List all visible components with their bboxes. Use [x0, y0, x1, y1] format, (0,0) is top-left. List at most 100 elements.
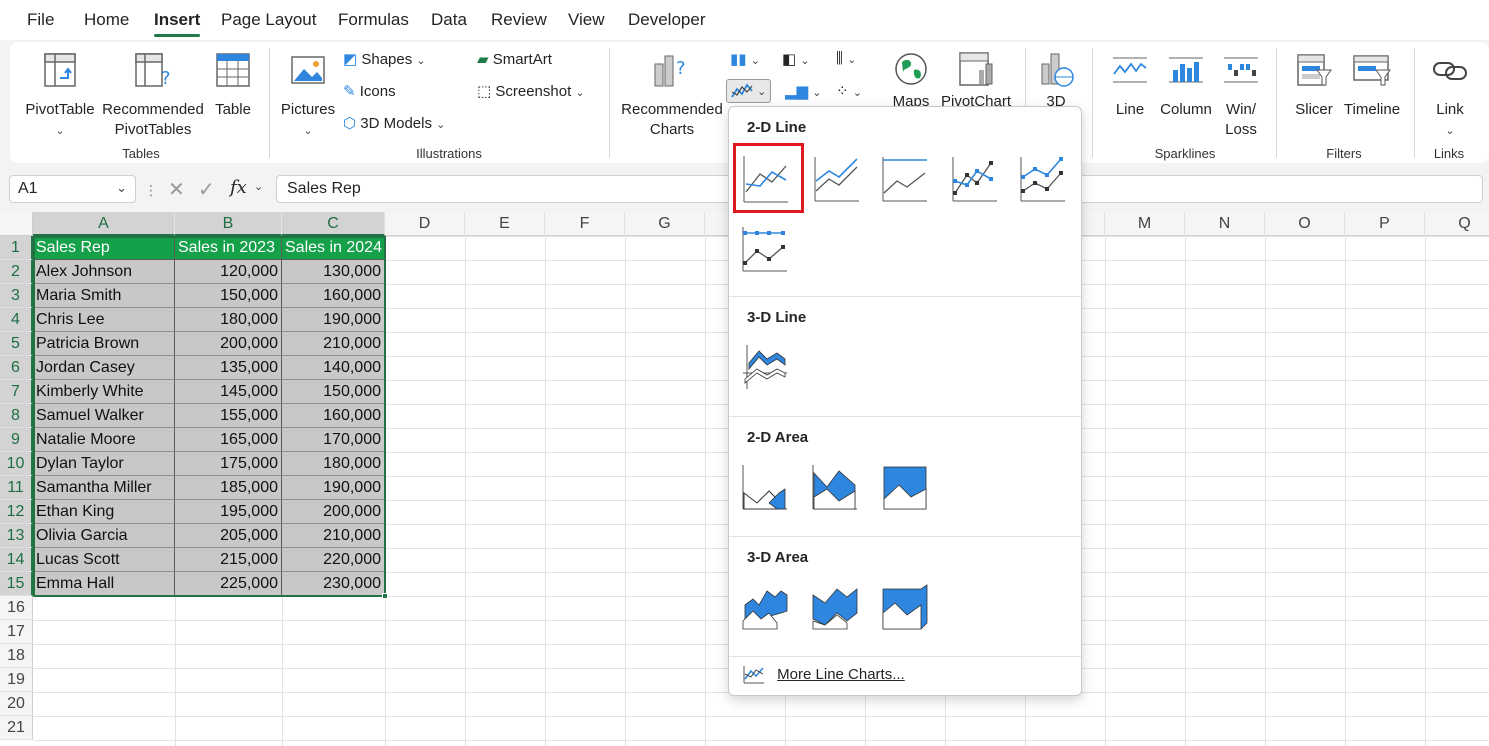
row-header[interactable]: 15	[0, 572, 33, 596]
table-button[interactable]: Table	[208, 52, 258, 120]
insert-function-icon[interactable]: fx	[230, 177, 247, 198]
column-header[interactable]: G	[625, 212, 705, 236]
tab-home[interactable]: Home	[84, 10, 129, 30]
pivottable-button[interactable]: PivotTable ⌄	[24, 52, 96, 141]
sparkline-line-button[interactable]: Line	[1106, 52, 1154, 120]
table-cell[interactable]: 155,000	[175, 404, 282, 428]
cancel-icon[interactable]: ✕	[168, 177, 185, 202]
line-with-markers-option[interactable]	[951, 155, 1001, 205]
column-header[interactable]: D	[385, 212, 465, 236]
chevron-down-icon[interactable]: ⌄	[254, 180, 263, 193]
column-header[interactable]: M	[1105, 212, 1185, 236]
table-cell[interactable]: 160,000	[282, 404, 385, 428]
hierarchy-chart-button[interactable]: ◧ ⌄	[782, 50, 810, 68]
column-header[interactable]: C	[282, 212, 385, 236]
row-header[interactable]: 19	[0, 668, 33, 692]
stacked-line-markers-option[interactable]	[1019, 155, 1069, 205]
table-cell[interactable]: 190,000	[282, 308, 385, 332]
column-header[interactable]: Q	[1425, 212, 1489, 236]
icons-button[interactable]: ✎ Icons	[343, 82, 396, 100]
table-cell[interactable]: 185,000	[175, 476, 282, 500]
3d-100-stacked-area-chart-option[interactable]	[881, 583, 931, 633]
line-chart-button[interactable]: ⌄	[726, 79, 772, 104]
row-header[interactable]: 13	[0, 524, 33, 548]
name-box[interactable]: A1 ⌄	[9, 175, 136, 203]
column-header[interactable]: E	[465, 212, 545, 236]
column-header[interactable]: F	[545, 212, 625, 236]
column-header[interactable]: O	[1265, 212, 1345, 236]
table-cell[interactable]: 195,000	[175, 500, 282, 524]
row-header[interactable]: 4	[0, 308, 33, 332]
table-cell[interactable]: 160,000	[282, 284, 385, 308]
sparkline-winloss-button[interactable]: Win/ Loss	[1220, 52, 1262, 140]
row-header[interactable]: 5	[0, 332, 33, 356]
slicer-button[interactable]: Slicer	[1290, 52, 1338, 120]
timeline-button[interactable]: Timeline	[1340, 52, 1404, 120]
3d-area-chart-option[interactable]	[741, 583, 791, 633]
stacked-line-chart-option[interactable]	[813, 155, 863, 205]
table-cell[interactable]: 135,000	[175, 356, 282, 380]
tab-insert[interactable]: Insert	[154, 10, 201, 37]
table-cell[interactable]: 150,000	[282, 380, 385, 404]
more-line-charts-link[interactable]: More Line Charts...	[743, 665, 905, 685]
recommended-charts-button[interactable]: ? Recommended Charts	[620, 52, 724, 140]
table-cell[interactable]: 205,000	[175, 524, 282, 548]
row-header[interactable]: 3	[0, 284, 33, 308]
sparkline-column-button[interactable]: Column	[1156, 52, 1216, 120]
table-cell[interactable]: Kimberly White	[33, 380, 175, 404]
row-header[interactable]: 17	[0, 620, 33, 644]
table-cell[interactable]: 150,000	[175, 284, 282, 308]
maps-button[interactable]: Maps	[887, 50, 935, 112]
table-cell[interactable]: 200,000	[282, 500, 385, 524]
3d-models-button[interactable]: ⬡ 3D Models ⌄	[343, 114, 445, 132]
row-header[interactable]: 20	[0, 692, 33, 716]
column-header[interactable]: P	[1345, 212, 1425, 236]
row-header[interactable]: 7	[0, 380, 33, 404]
3d-stacked-area-chart-option[interactable]	[811, 583, 861, 633]
row-header[interactable]: 12	[0, 500, 33, 524]
table-cell[interactable]: 210,000	[282, 524, 385, 548]
table-cell[interactable]: 225,000	[175, 572, 282, 596]
table-cell[interactable]: Samantha Miller	[33, 476, 175, 500]
tab-page-layout[interactable]: Page Layout	[221, 10, 316, 30]
table-cell[interactable]: Dylan Taylor	[33, 452, 175, 476]
tab-developer[interactable]: Developer	[628, 10, 706, 30]
tab-review[interactable]: Review	[491, 10, 547, 30]
row-header[interactable]: 18	[0, 644, 33, 668]
row-header[interactable]: 21	[0, 716, 33, 740]
table-cell[interactable]: 220,000	[282, 548, 385, 572]
smartart-button[interactable]: ▰ SmartArt	[477, 50, 552, 68]
table-cell[interactable]: 165,000	[175, 428, 282, 452]
table-cell[interactable]: 170,000	[282, 428, 385, 452]
table-cell[interactable]: Samuel Walker	[33, 404, 175, 428]
row-header[interactable]: 8	[0, 404, 33, 428]
tab-file[interactable]: File	[27, 10, 54, 30]
row-header[interactable]: 1	[0, 236, 33, 260]
table-cell[interactable]: Alex Johnson	[33, 260, 175, 284]
table-cell[interactable]: 200,000	[175, 332, 282, 356]
pictures-button[interactable]: Pictures ⌄	[280, 52, 336, 141]
tab-data[interactable]: Data	[431, 10, 467, 30]
column-header[interactable]: B	[175, 212, 282, 236]
table-cell[interactable]: Maria Smith	[33, 284, 175, 308]
table-cell[interactable]: 215,000	[175, 548, 282, 572]
table-cell[interactable]: 230,000	[282, 572, 385, 596]
row-header[interactable]: 9	[0, 428, 33, 452]
row-header[interactable]: 10	[0, 452, 33, 476]
tab-view[interactable]: View	[568, 10, 605, 30]
header-cell[interactable]: Sales in 2024	[282, 236, 385, 260]
tab-formulas[interactable]: Formulas	[338, 10, 409, 30]
line-chart-option[interactable]	[733, 143, 804, 213]
header-cell[interactable]: Sales in 2023	[175, 236, 282, 260]
table-cell[interactable]: 120,000	[175, 260, 282, 284]
table-cell[interactable]: Ethan King	[33, 500, 175, 524]
waterfall-chart-button[interactable]: ⫼ ⌄	[836, 50, 856, 67]
stacked-area-chart-option[interactable]	[811, 463, 861, 513]
scatter-chart-button[interactable]: ⁘ ⌄	[836, 82, 862, 100]
statistic-chart-button[interactable]: ▂▆ ⌄	[785, 82, 821, 100]
table-cell[interactable]: Chris Lee	[33, 308, 175, 332]
table-cell[interactable]: Olivia Garcia	[33, 524, 175, 548]
screenshot-button[interactable]: ⬚ Screenshot ⌄	[477, 82, 585, 100]
3d-line-chart-option[interactable]	[741, 343, 791, 393]
pivotchart-button[interactable]: PivotChart	[940, 50, 1012, 112]
